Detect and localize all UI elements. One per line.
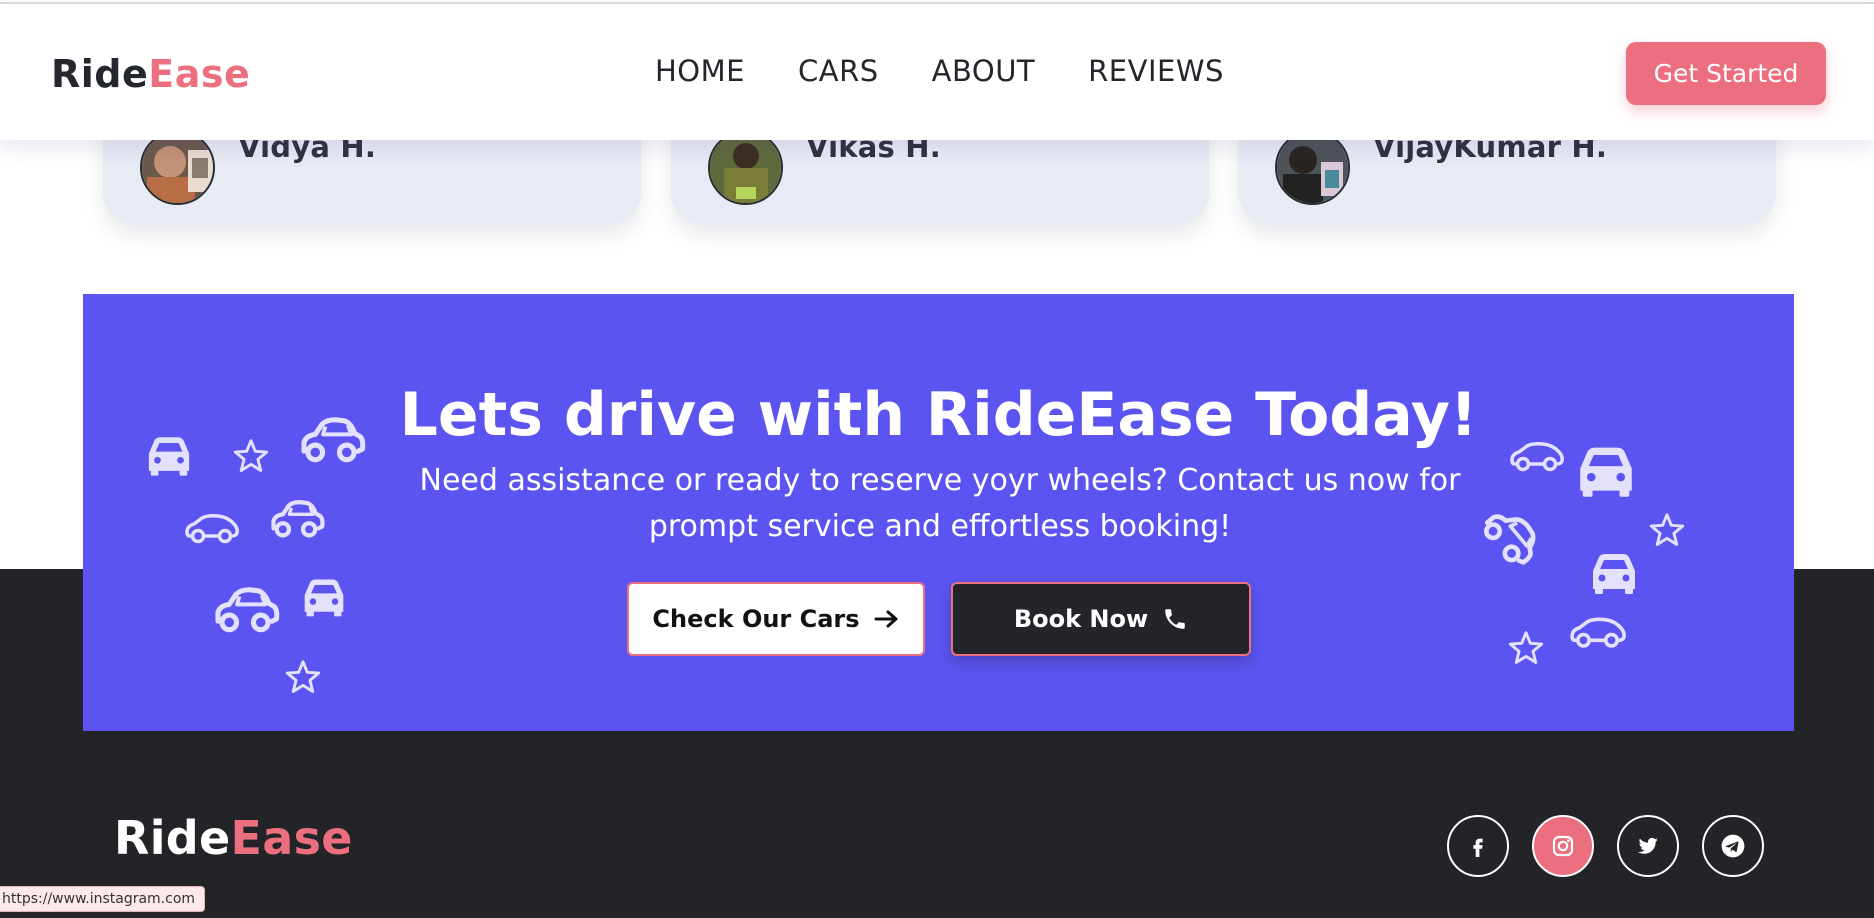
check-our-cars-button[interactable]: Check Our Cars <box>627 582 925 656</box>
star-icon <box>1508 630 1544 666</box>
footer-logo-text-ease: Ease <box>230 811 353 865</box>
browser-status-url: https://www.instagram.com <box>0 886 206 912</box>
car-front-icon <box>301 576 347 618</box>
nav-link-about[interactable]: ABOUT <box>932 54 1036 88</box>
instagram-link[interactable] <box>1532 815 1594 877</box>
telegram-link[interactable] <box>1702 815 1764 877</box>
star-icon <box>285 659 321 695</box>
avatar <box>140 130 215 205</box>
telegram-icon <box>1721 834 1745 858</box>
car-side-icon <box>266 497 326 541</box>
banner-title: Lets drive with RideEase Today! <box>399 380 1478 450</box>
page: Vidya H. Vikas H. VijayKumar H. RideEase… <box>0 0 1874 918</box>
banner-subtitle: Need assistance or ready to reserve yoyr… <box>419 463 1461 544</box>
nav-link-cars[interactable]: CARS <box>798 54 879 88</box>
check-our-cars-label: Check Our Cars <box>652 605 860 633</box>
phone-icon <box>1165 609 1185 629</box>
facebook-icon <box>1473 838 1483 857</box>
avatar <box>708 130 783 205</box>
car-front-icon <box>1575 444 1637 498</box>
main-nav: HOME CARS ABOUT REVIEWS <box>655 54 1224 88</box>
nav-link-reviews[interactable]: REVIEWS <box>1088 54 1224 88</box>
twitter-icon <box>1638 837 1658 854</box>
car-outline-icon <box>184 510 240 546</box>
car-outline-icon <box>1569 612 1627 652</box>
car-side-icon <box>209 580 281 640</box>
get-started-button[interactable]: Get Started <box>1626 42 1826 105</box>
nav-link-home[interactable]: HOME <box>655 54 745 88</box>
twitter-link[interactable] <box>1617 815 1679 877</box>
site-header: RideEase HOME CARS ABOUT REVIEWS Get Sta… <box>0 2 1874 140</box>
logo-text-ride: Ride <box>51 52 149 96</box>
avatar <box>1275 130 1350 205</box>
logo[interactable]: RideEase <box>51 52 250 96</box>
footer-logo-text-ride: Ride <box>114 811 231 865</box>
facebook-link[interactable] <box>1447 815 1509 877</box>
car-side-icon <box>1469 492 1553 577</box>
footer-logo[interactable]: RideEase <box>114 811 353 865</box>
car-front-icon <box>1589 550 1639 596</box>
book-now-button[interactable]: Book Now <box>951 582 1251 656</box>
star-icon <box>1649 512 1685 548</box>
book-now-label: Book Now <box>1013 605 1149 633</box>
arrow-right-icon <box>874 610 898 628</box>
cta-banner: Lets drive with RideEase Today! Need ass… <box>83 294 1794 731</box>
logo-text-ease: Ease <box>148 52 251 96</box>
instagram-icon <box>1552 835 1574 857</box>
